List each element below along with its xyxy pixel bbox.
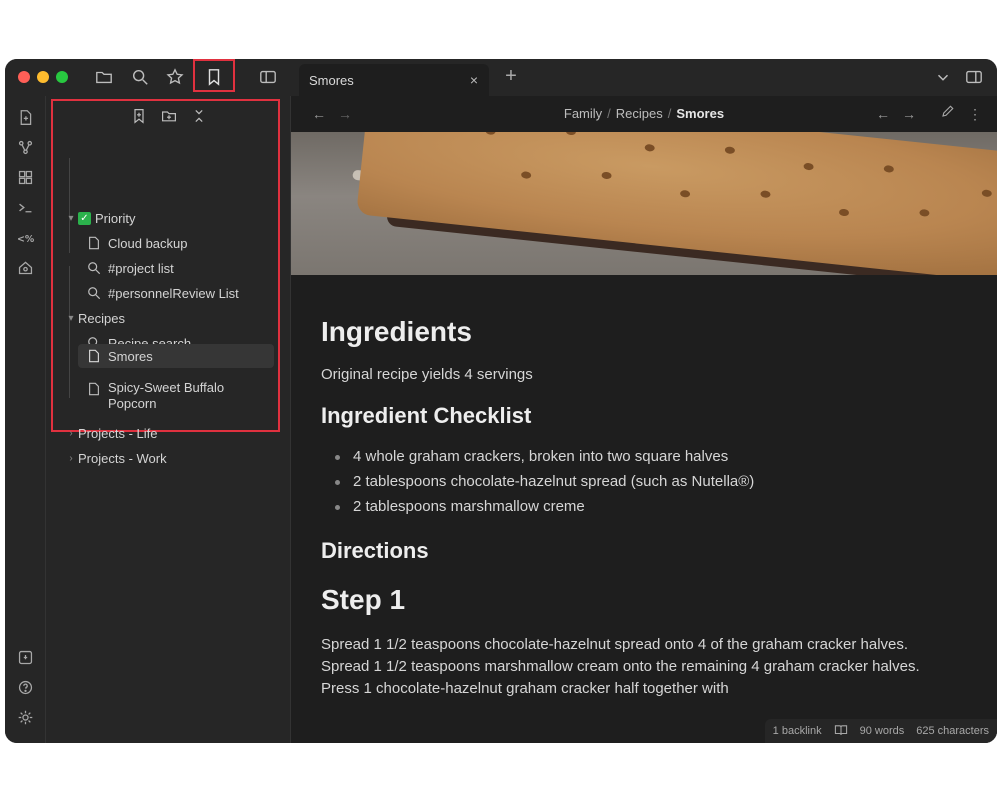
editor-pane: ← → Family / Recipes / Smores ← → ⋮ Ingr… bbox=[291, 96, 997, 743]
search-icon bbox=[86, 260, 102, 276]
bookmark-label: Cloud backup bbox=[108, 235, 188, 251]
breadcrumb-recipes[interactable]: Recipes bbox=[616, 106, 663, 121]
list-item: 2 tablespoons marshmallow creme bbox=[321, 494, 971, 519]
heading-step-1: Step 1 bbox=[321, 584, 406, 615]
bookmark-group-recipes[interactable]: ▾ Recipes bbox=[64, 306, 125, 330]
bookmark-label-line1: Spicy-Sweet Buffalo bbox=[108, 380, 225, 395]
checkbox-icon: ✓ bbox=[78, 211, 91, 225]
bookmark-item-buffalo-popcorn[interactable]: Spicy-Sweet Buffalo Popcorn bbox=[86, 380, 224, 414]
file-icon bbox=[86, 381, 102, 397]
canvas-icon[interactable] bbox=[14, 166, 36, 188]
tab-smores[interactable]: Smores × bbox=[299, 64, 489, 96]
bookmarks-sidebar: ▾ ✓ Priority Cloud backup #project list … bbox=[46, 96, 291, 743]
bookmark-item-personnel-review[interactable]: #personnelReview List bbox=[86, 281, 239, 305]
new-group-icon[interactable] bbox=[159, 106, 179, 126]
terminal-icon[interactable] bbox=[14, 196, 36, 218]
svg-text:<%: <% bbox=[17, 233, 34, 244]
sidebar-toggle-icon[interactable] bbox=[257, 66, 279, 88]
title-bar: Smores × + bbox=[5, 59, 997, 96]
bookmark-group-projects-life[interactable]: › Projects - Life bbox=[64, 421, 157, 445]
bookmark-label: #project list bbox=[108, 260, 174, 276]
bookmark-label-line2: Popcorn bbox=[108, 396, 157, 411]
breadcrumb-current[interactable]: Smores bbox=[676, 106, 724, 121]
heading-directions: Directions bbox=[321, 538, 429, 563]
word-count: 90 words bbox=[859, 725, 905, 737]
bookmark-icon[interactable] bbox=[203, 66, 225, 88]
bookmark-label: Projects - Life bbox=[78, 425, 158, 441]
folder-icon[interactable] bbox=[93, 66, 115, 88]
help-icon[interactable] bbox=[14, 676, 36, 698]
chevron-down-icon: ▾ bbox=[68, 212, 74, 224]
tree-guide bbox=[69, 266, 70, 398]
bookmark-label: Spicy-Sweet Buffalo Popcorn bbox=[108, 380, 224, 412]
step-line: Spread 1 1/2 teaspoons chocolate-hazelnu… bbox=[321, 636, 909, 653]
file-icon bbox=[86, 235, 102, 251]
tab-close-button[interactable]: × bbox=[465, 71, 483, 89]
vault-icon[interactable] bbox=[14, 646, 36, 668]
bookmark-label: Projects - Work bbox=[78, 450, 167, 466]
reading-view-icon[interactable] bbox=[834, 723, 848, 740]
list-item: 4 whole graham crackers, broken into two… bbox=[321, 444, 971, 469]
minimize-window-button[interactable] bbox=[37, 71, 49, 83]
search-icon bbox=[86, 285, 102, 301]
heading-ingredients: Ingredients bbox=[321, 316, 472, 347]
bookmark-add-icon[interactable] bbox=[129, 106, 149, 126]
new-note-icon[interactable] bbox=[14, 106, 36, 128]
chevron-right-icon: › bbox=[69, 427, 73, 439]
bookmark-label: #personnelReview List bbox=[108, 285, 239, 301]
right-sidebar-toggle-icon[interactable] bbox=[963, 66, 985, 88]
bookmark-label: Recipes bbox=[78, 310, 125, 326]
step-text: Spread 1 1/2 teaspoons chocolate-hazelnu… bbox=[321, 634, 981, 700]
status-bar: 1 backlink 90 words 625 characters bbox=[764, 719, 997, 743]
breadcrumb-separator: / bbox=[607, 106, 611, 121]
chevron-down-icon: ▾ bbox=[68, 312, 74, 324]
step-line: Press 1 chocolate-hazelnut graham cracke… bbox=[321, 680, 729, 697]
list-item: 2 tablespoons chocolate-hazelnut spread … bbox=[321, 469, 971, 494]
yield-text: Original recipe yields 4 servings bbox=[321, 366, 533, 383]
chevron-down-icon[interactable] bbox=[932, 66, 954, 88]
back-arrow-icon[interactable]: ← bbox=[873, 104, 893, 124]
bookmark-item-smores[interactable]: Smores bbox=[78, 344, 274, 368]
star-icon[interactable] bbox=[164, 66, 186, 88]
backlink-count[interactable]: 1 backlink bbox=[773, 725, 822, 737]
left-ribbon: <% bbox=[5, 96, 46, 743]
banner-image bbox=[291, 132, 997, 275]
edit-pencil-icon[interactable] bbox=[937, 104, 957, 124]
bookmark-group-priority[interactable]: ▾ ✓ Priority bbox=[64, 206, 135, 230]
chevron-right-icon: › bbox=[69, 452, 73, 464]
forward-arrow-icon[interactable]: → bbox=[899, 104, 919, 124]
bookmark-label: Priority bbox=[95, 210, 136, 226]
new-tab-button[interactable]: + bbox=[501, 65, 521, 87]
step-line: Spread 1 1/2 teaspoons marshmallow cream… bbox=[321, 658, 920, 675]
app-window: Smores × + <% ▾ ✓ Priority Cloud backup … bbox=[5, 59, 997, 743]
file-icon bbox=[86, 348, 102, 364]
collapse-all-icon[interactable] bbox=[189, 106, 209, 126]
bookmark-label: Smores bbox=[108, 348, 153, 364]
breadcrumb-family[interactable]: Family bbox=[564, 106, 602, 121]
bookmark-item-cloud-backup[interactable]: Cloud backup bbox=[86, 231, 188, 255]
view-header: ← → Family / Recipes / Smores ← → ⋮ bbox=[291, 96, 997, 132]
tab-title: Smores bbox=[309, 73, 354, 88]
bookmark-item-project-list[interactable]: #project list bbox=[86, 256, 174, 280]
breadcrumb-separator: / bbox=[667, 106, 672, 121]
heading-checklist: Ingredient Checklist bbox=[321, 403, 532, 428]
more-options-icon[interactable]: ⋮ bbox=[965, 104, 985, 124]
templater-icon[interactable]: <% bbox=[14, 226, 36, 248]
close-window-button[interactable] bbox=[18, 71, 30, 83]
ingredient-list: 4 whole graham crackers, broken into two… bbox=[321, 444, 971, 519]
character-count: 625 characters bbox=[916, 725, 989, 737]
zoom-window-button[interactable] bbox=[56, 71, 68, 83]
gear-icon[interactable] bbox=[14, 706, 36, 728]
search-icon[interactable] bbox=[129, 66, 151, 88]
bookmark-group-projects-work[interactable]: › Projects - Work bbox=[64, 446, 167, 470]
home-icon[interactable] bbox=[14, 256, 36, 278]
graph-icon[interactable] bbox=[14, 136, 36, 158]
